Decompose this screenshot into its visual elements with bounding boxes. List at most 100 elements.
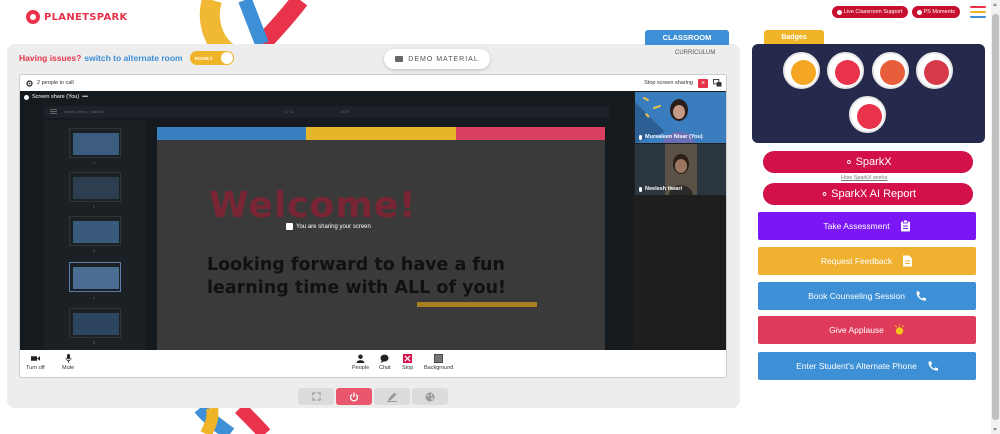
call-top-bar: 2 people in call Stop screen sharing × bbox=[20, 75, 726, 91]
chat-button[interactable]: Chat bbox=[379, 354, 391, 371]
menu-bar-blue bbox=[970, 16, 986, 18]
planetspark-logo[interactable]: PLANETSPARK bbox=[26, 10, 128, 24]
end-class-button[interactable] bbox=[336, 388, 372, 405]
book-counseling-button[interactable]: Book Counseling Session bbox=[758, 282, 976, 310]
badge-fist[interactable] bbox=[827, 52, 864, 89]
header-actions: Live Classroom Support PS Moments bbox=[831, 6, 986, 18]
ps-moments-button[interactable]: PS Moments bbox=[911, 6, 960, 18]
badge-star[interactable] bbox=[849, 96, 886, 133]
slide-thumbnail bbox=[69, 216, 121, 246]
ppt-menu-icon bbox=[50, 109, 57, 110]
support-icon bbox=[836, 9, 842, 15]
participant-tile-self[interactable]: Mursaleen Nisar (You) bbox=[635, 92, 726, 143]
screen-share-title: Screen share (You) bbox=[32, 94, 80, 100]
share-icon bbox=[24, 94, 29, 100]
thumb-number: 1 bbox=[93, 160, 96, 165]
how-sparkx-works-link[interactable]: How SparkX works bbox=[841, 175, 887, 181]
participant-name-self: Mursaleen Nisar (You) bbox=[639, 134, 703, 140]
live-support-label: Live Classroom Support bbox=[843, 9, 903, 15]
mute-label: Mute bbox=[62, 365, 75, 371]
page-scrollbar[interactable] bbox=[991, 0, 1000, 434]
room-toggle[interactable]: ROOM 2 bbox=[189, 51, 234, 65]
bottom-toolbar bbox=[298, 388, 448, 405]
demo-material-label: DEMO MATERIAL bbox=[408, 55, 479, 63]
fullscreen-button[interactable] bbox=[298, 388, 334, 405]
tab-curriculum[interactable]: CURRICULUM bbox=[675, 50, 715, 56]
palette-button[interactable] bbox=[412, 388, 448, 405]
stop-sharing-close-icon[interactable]: × bbox=[698, 78, 708, 88]
idea-badge-icon bbox=[924, 60, 949, 85]
background-button[interactable]: Background bbox=[424, 354, 453, 371]
sparkx-button[interactable]: ⚬ SparkX bbox=[763, 151, 973, 173]
moments-icon bbox=[916, 9, 922, 15]
phone-icon bbox=[928, 361, 938, 371]
menu-icon[interactable] bbox=[970, 6, 986, 18]
request-feedback-button[interactable]: Request Feedback bbox=[758, 247, 976, 275]
slide-line-1: Looking forward to have a fun bbox=[207, 255, 505, 275]
thumb-number: 5 bbox=[93, 340, 96, 345]
enter-alternate-phone-button[interactable]: Enter Student's Alternate Phone bbox=[758, 352, 976, 380]
badges-tab[interactable]: Badges bbox=[764, 30, 824, 45]
people-label: People bbox=[352, 365, 370, 371]
take-assessment-button[interactable]: Take Assessment bbox=[758, 212, 976, 240]
participant-tile-student[interactable]: Neelesh tiwari bbox=[635, 144, 726, 195]
scrollbar-thumb[interactable] bbox=[992, 14, 999, 420]
more-options-icon[interactable]: ••• bbox=[82, 94, 88, 100]
background-label: Background bbox=[424, 365, 454, 371]
people-button[interactable]: People bbox=[352, 354, 369, 371]
alternate-room-bar: Having issues? switch to alternate room … bbox=[19, 51, 234, 65]
badge-idea[interactable] bbox=[916, 52, 953, 89]
video-call-window: 2 people in call Stop screen sharing × S… bbox=[19, 74, 727, 378]
badge-hero[interactable] bbox=[872, 52, 909, 89]
menu-bar-red bbox=[970, 6, 986, 8]
mute-button[interactable]: Mute bbox=[62, 354, 74, 371]
book-counseling-label: Book Counseling Session bbox=[808, 291, 905, 301]
screen-icon bbox=[286, 223, 293, 230]
badge-trophy[interactable] bbox=[783, 52, 820, 89]
mic-icon bbox=[639, 186, 642, 192]
participant-name-student: Neelesh tiwari bbox=[639, 186, 682, 192]
sparkx-label: SparkX bbox=[855, 156, 892, 168]
switch-room-link[interactable]: switch to alternate room bbox=[84, 53, 182, 63]
participant-name: Neelesh tiwari bbox=[645, 186, 682, 192]
settings-gear-icon[interactable] bbox=[26, 79, 33, 87]
ppt-filename: senior_demo_+panel4 bbox=[64, 109, 104, 114]
layout-switch-icon[interactable] bbox=[713, 79, 722, 87]
pen-tool-button[interactable] bbox=[374, 388, 410, 405]
folder-icon bbox=[395, 56, 404, 62]
trophy-badge-icon bbox=[791, 60, 816, 85]
sparkx-icon: ⚬ bbox=[844, 156, 854, 169]
sharing-notice-text: You are sharing your screen bbox=[296, 223, 371, 230]
scroll-down-icon[interactable] bbox=[993, 428, 997, 431]
pen-icon bbox=[387, 392, 397, 402]
sharing-notice: You are sharing your screen bbox=[286, 223, 371, 230]
call-controls: Turn off Mute People Chat Stop Backgroun… bbox=[20, 350, 726, 377]
live-classroom-support-button[interactable]: Live Classroom Support bbox=[831, 6, 908, 18]
give-applause-label: Give Applause bbox=[829, 325, 884, 335]
room-toggle-label: ROOM 2 bbox=[194, 55, 213, 61]
slide-color-bars bbox=[157, 127, 605, 140]
scroll-up-icon[interactable] bbox=[993, 3, 997, 6]
clapping-hands-icon bbox=[894, 324, 904, 335]
slide-bar-yellow bbox=[306, 127, 456, 140]
slide-bar-blue bbox=[157, 127, 307, 140]
slide-thumbnail bbox=[69, 172, 121, 202]
give-applause-button[interactable]: Give Applause bbox=[758, 316, 976, 344]
people-count: 2 people in call bbox=[37, 80, 74, 86]
slide-bar-red bbox=[455, 127, 605, 140]
tab-classroom[interactable]: CLASSROOM bbox=[645, 30, 729, 45]
microphone-icon bbox=[65, 354, 72, 363]
stop-share-button[interactable]: Stop bbox=[402, 354, 413, 371]
camera-label: Turn off bbox=[26, 365, 45, 371]
ppt-thumbnails: 1 2 3 4 5 bbox=[44, 120, 146, 350]
camera-toggle-button[interactable]: Turn off bbox=[26, 354, 45, 371]
take-assessment-label: Take Assessment bbox=[823, 221, 890, 231]
slide-underline bbox=[417, 302, 537, 307]
slide-line-2: learning time with ALL of you! bbox=[207, 278, 507, 298]
sparkx-ai-report-button[interactable]: ⚬ SparkX AI Report bbox=[763, 183, 973, 205]
fist-badge-icon bbox=[835, 60, 860, 85]
stop-sharing-label[interactable]: Stop screen sharing bbox=[644, 80, 693, 86]
demo-material-button[interactable]: DEMO MATERIAL bbox=[384, 49, 490, 69]
ppt-page: 1 / 11 bbox=[284, 109, 294, 114]
sparkx-report-label: SparkX AI Report bbox=[831, 188, 917, 200]
